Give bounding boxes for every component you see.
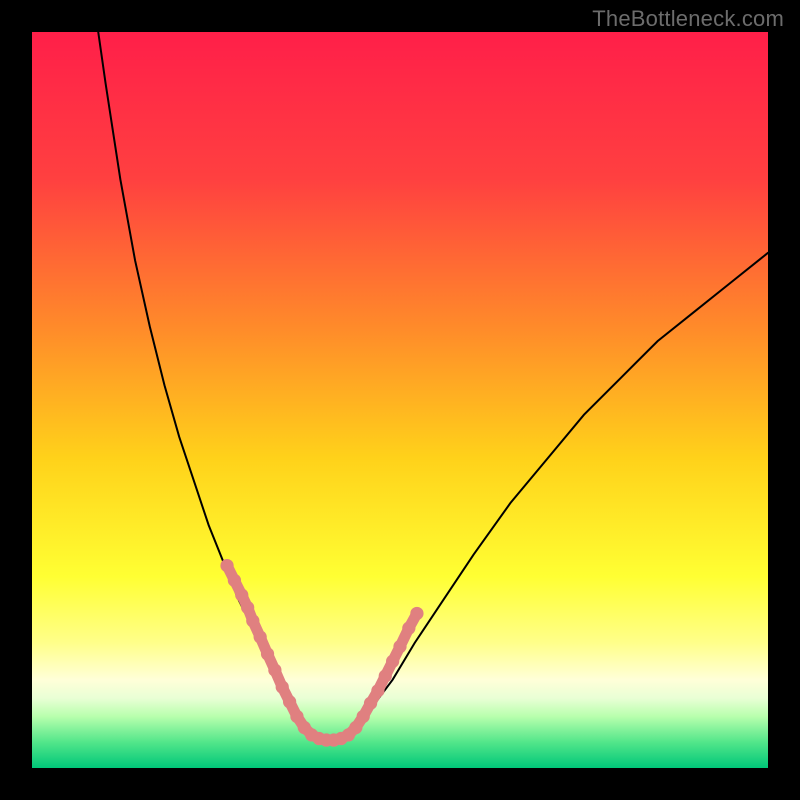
- marker-dot: [357, 710, 370, 723]
- marker-dot: [246, 614, 259, 627]
- marker-dot: [268, 663, 281, 676]
- marker-dot: [379, 669, 392, 682]
- marker-dot: [276, 680, 289, 693]
- marker-dot: [254, 630, 267, 643]
- right-arm-line: [356, 253, 768, 731]
- curve-layer: [32, 32, 768, 768]
- marker-dot: [261, 647, 274, 660]
- plot-area: [32, 32, 768, 768]
- marker-dot: [364, 697, 377, 710]
- marker-dot: [283, 695, 296, 708]
- marker-dot: [228, 574, 241, 587]
- marker-band-line: [227, 566, 417, 740]
- marker-dot: [220, 559, 233, 572]
- left-arm-line: [98, 32, 304, 731]
- marker-dot: [402, 622, 415, 635]
- marker-dot: [386, 655, 399, 668]
- marker-dot: [349, 721, 362, 734]
- marker-dot: [290, 710, 303, 723]
- marker-dot: [235, 588, 248, 601]
- marker-dot: [393, 640, 406, 653]
- watermark-text: TheBottleneck.com: [592, 6, 784, 32]
- marker-dot: [241, 601, 254, 614]
- marker-dot: [410, 607, 423, 620]
- chart-frame: TheBottleneck.com: [0, 0, 800, 800]
- marker-dot: [371, 684, 384, 697]
